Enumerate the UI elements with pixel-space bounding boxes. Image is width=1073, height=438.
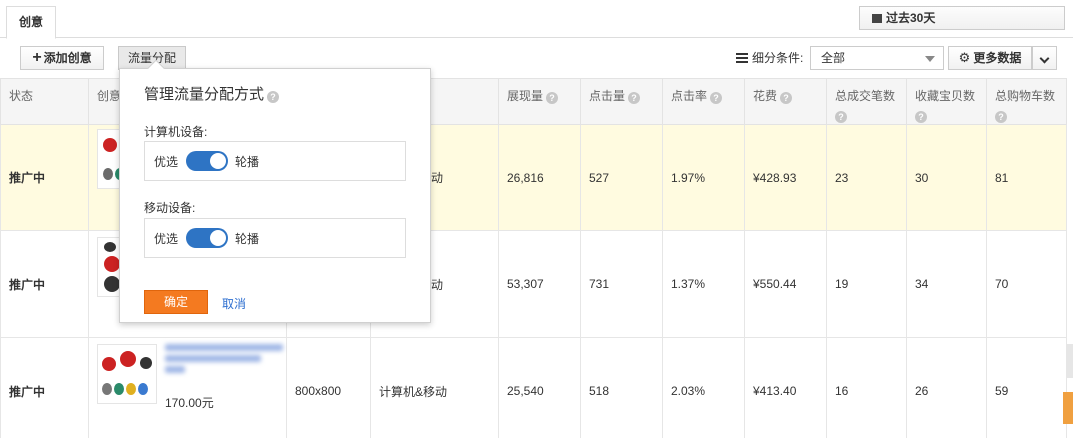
column-header-clicks[interactable]: 点击量? [580, 78, 663, 125]
add-creative-label: 添加创意 [43, 51, 92, 65]
help-icon[interactable]: ? [710, 92, 723, 104]
help-icon[interactable]: ? [915, 111, 927, 123]
column-header-cart[interactable]: 总购物车数? [986, 78, 1067, 125]
tab-bar: 创意 过去30天 [0, 0, 1073, 39]
table-row: 推广中 170.00元 800x800 计算机&移动 25,540 518 2.… [0, 337, 1067, 438]
dropdown-caret-icon [925, 56, 935, 62]
cost-cell: ¥413.40 [744, 337, 827, 438]
plus-icon: + [32, 49, 42, 66]
favorites-cell: 34 [906, 230, 987, 338]
scrollbar[interactable] [1066, 344, 1073, 378]
chevron-down-icon [1039, 53, 1050, 64]
more-options-button[interactable] [1032, 46, 1057, 70]
column-header-ctr[interactable]: 点击率? [662, 78, 745, 125]
filter-label-text: 细分条件: [752, 51, 804, 65]
column-header-status: 状态 [0, 78, 89, 125]
ctr-cell: 2.03% [662, 337, 745, 438]
filter-label: 细分条件: [736, 49, 803, 66]
impressions-cell: 26,816 [498, 124, 581, 231]
pc-option-preferred[interactable]: 优选 [154, 153, 178, 170]
ctr-cell: 1.97% [662, 124, 745, 231]
creative-thumbnail[interactable] [97, 344, 157, 404]
mobile-option-rotate[interactable]: 轮播 [235, 230, 259, 247]
impressions-cell: 25,540 [498, 337, 581, 438]
pc-option-rotate[interactable]: 轮播 [235, 153, 259, 170]
status-badge: 推广中 [0, 230, 89, 338]
column-header-favorites[interactable]: 收藏宝贝数? [906, 78, 987, 125]
creative-price: 170.00元 [165, 396, 214, 410]
filter-select[interactable]: 全部 [810, 46, 944, 70]
total-deals-cell: 23 [826, 124, 907, 231]
cancel-link[interactable]: 取消 [222, 295, 246, 312]
creative-cell: 170.00元 [88, 337, 287, 438]
favorites-cell: 30 [906, 124, 987, 231]
cart-cell: 70 [986, 230, 1067, 338]
gear-icon: ⚙ [958, 50, 971, 65]
help-icon[interactable]: ? [628, 92, 641, 104]
date-range-button[interactable]: 过去30天 [859, 6, 1065, 30]
creative-title-blurred[interactable] [165, 344, 285, 377]
help-icon[interactable]: ? [267, 91, 280, 103]
pc-device-label: 计算机设备: [144, 125, 208, 139]
mobile-device-label: 移动设备: [144, 201, 196, 215]
calendar-icon [872, 14, 882, 23]
cost-cell: ¥428.93 [744, 124, 827, 231]
confirm-button[interactable]: 确定 [144, 290, 208, 314]
total-deals-cell: 16 [826, 337, 907, 438]
popover-title: 管理流量分配方式? [144, 83, 280, 104]
total-deals-cell: 19 [826, 230, 907, 338]
help-icon[interactable]: ? [995, 111, 1007, 123]
clicks-cell: 731 [580, 230, 663, 338]
status-badge: 推广中 [0, 337, 89, 438]
clicks-cell: 527 [580, 124, 663, 231]
side-feedback-tab[interactable] [1063, 392, 1073, 424]
mobile-allocation-toggle[interactable] [186, 228, 228, 248]
cart-cell: 81 [986, 124, 1067, 231]
more-data-label: 更多数据 [973, 51, 1022, 65]
cart-cell: 59 [986, 337, 1067, 438]
favorites-cell: 26 [906, 337, 987, 438]
status-badge: 推广中 [0, 124, 89, 231]
more-data-button[interactable]: ⚙ 更多数据 [948, 46, 1032, 70]
filter-select-value: 全部 [821, 51, 846, 65]
flow-allocation-popover: 管理流量分配方式? 计算机设备: 优选 轮播 移动设备: 优选 轮播 确定 取消 [119, 59, 431, 323]
mobile-option-preferred[interactable]: 优选 [154, 230, 178, 247]
list-icon [736, 53, 748, 63]
mobile-allocation-switch-group: 优选 轮播 [144, 218, 406, 258]
tab-creative[interactable]: 创意 [6, 6, 56, 39]
pc-allocation-switch-group: 优选 轮播 [144, 141, 406, 181]
column-header-total-deals[interactable]: 总成交笔数? [826, 78, 907, 125]
clicks-cell: 518 [580, 337, 663, 438]
column-header-cost[interactable]: 花费? [744, 78, 827, 125]
toggle-knob [210, 153, 226, 169]
size-cell: 800x800 [286, 337, 371, 438]
date-range-label: 过去30天 [886, 11, 936, 25]
toggle-knob [210, 230, 226, 246]
help-icon[interactable]: ? [546, 92, 559, 104]
column-header-impressions[interactable]: 展现量? [498, 78, 581, 125]
impressions-cell: 53,307 [498, 230, 581, 338]
help-icon[interactable]: ? [835, 111, 847, 123]
ctr-cell: 1.37% [662, 230, 745, 338]
add-creative-button[interactable]: + 添加创意 [20, 46, 104, 70]
cost-cell: ¥550.44 [744, 230, 827, 338]
device-cell: 计算机&移动 [370, 337, 499, 438]
help-icon[interactable]: ? [780, 92, 793, 104]
pc-allocation-toggle[interactable] [186, 151, 228, 171]
